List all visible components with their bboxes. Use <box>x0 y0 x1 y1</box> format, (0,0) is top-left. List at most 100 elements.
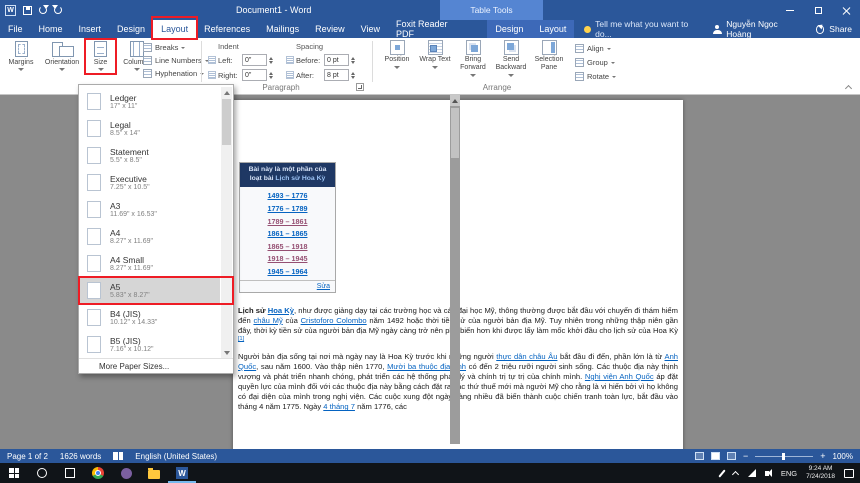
size-option-statement[interactable]: Statement 5.5" x 8.5" <box>79 142 220 169</box>
infobox-header-title[interactable]: Lịch sử Hoa Kỳ <box>275 175 325 182</box>
document-scrollbar[interactable] <box>450 95 460 444</box>
clock[interactable]: 9:24 AM 7/24/2018 <box>806 465 835 481</box>
period-link-visited[interactable]: 1789 – 1861 <box>268 217 308 226</box>
zoom-level[interactable]: 100% <box>833 452 853 461</box>
period-link-visited[interactable]: 1918 – 1945 <box>268 254 308 263</box>
orientation-button[interactable]: Orientation <box>42 40 82 71</box>
spacing-before-stepper[interactable] <box>351 56 355 64</box>
file-explorer-button[interactable] <box>140 463 168 483</box>
redo-icon[interactable] <box>54 6 62 14</box>
size-option-a5[interactable]: A5 5.83" x 8.27" <box>78 276 234 305</box>
scroll-up-button[interactable] <box>450 95 460 106</box>
zoom-slider[interactable] <box>755 452 814 460</box>
maximize-button[interactable] <box>804 0 832 20</box>
hyperlink[interactable]: Hoa Kỳ <box>268 306 294 315</box>
period-link-visited[interactable]: 1865 – 1918 <box>268 242 308 251</box>
footnote-link[interactable]: [1] <box>238 336 244 342</box>
language-indicator[interactable]: English (United States) <box>135 452 217 461</box>
selection-pane-button[interactable]: Selection Pane <box>530 40 568 77</box>
zoom-slider-thumb[interactable] <box>782 452 786 460</box>
zoom-out-button[interactable]: − <box>743 452 748 461</box>
page-indicator[interactable]: Page 1 of 2 <box>7 452 48 461</box>
read-mode-icon[interactable] <box>695 452 704 460</box>
zoom-in-button[interactable]: + <box>820 452 825 461</box>
tab-table-design[interactable]: Design <box>487 20 531 38</box>
tab-foxit-reader-pdf[interactable]: Foxit Reader PDF <box>388 19 473 39</box>
bring-forward-button[interactable]: Bring Forward <box>454 40 492 78</box>
tab-design[interactable]: Design <box>109 20 153 38</box>
print-layout-icon[interactable] <box>711 452 720 460</box>
size-option-a4-small[interactable]: A4 Small 8.27" x 11.69" <box>79 250 220 277</box>
start-button[interactable] <box>0 463 28 483</box>
group-button[interactable]: Group <box>575 58 616 67</box>
close-button[interactable] <box>832 0 860 20</box>
network-icon[interactable] <box>747 469 756 477</box>
tab-home[interactable]: Home <box>31 20 71 38</box>
scrollbar-thumb[interactable] <box>451 108 459 158</box>
size-option-a4[interactable]: A4 8.27" x 11.69" <box>79 223 220 250</box>
hyperlink[interactable]: châu Mỹ <box>253 316 282 325</box>
hyperlink[interactable]: Nghị viện Anh Quốc <box>585 372 654 381</box>
collapse-ribbon-icon[interactable] <box>845 85 852 90</box>
user-name[interactable]: Nguyễn Ngọc Hoàng <box>726 19 800 39</box>
position-button[interactable]: Position <box>378 40 416 77</box>
input-language[interactable]: ENG <box>781 469 797 478</box>
period-link[interactable]: 1493 – 1776 <box>268 191 308 200</box>
chrome-taskbar-button[interactable] <box>84 463 112 483</box>
tab-table-layout[interactable]: Layout <box>531 20 574 38</box>
tab-review[interactable]: Review <box>307 20 353 38</box>
word-taskbar-button[interactable] <box>168 463 196 483</box>
proofing-icon[interactable] <box>113 452 124 460</box>
task-view-button[interactable] <box>56 463 84 483</box>
minimize-button[interactable] <box>776 0 804 20</box>
scroll-up-button[interactable] <box>221 87 232 98</box>
line-numbers-button[interactable]: Line Numbers <box>143 56 209 65</box>
tab-insert[interactable]: Insert <box>71 20 110 38</box>
more-paper-sizes-item[interactable]: More Paper Sizes... <box>79 358 233 373</box>
indent-left-input[interactable]: 0" <box>242 54 267 66</box>
tab-mailings[interactable]: Mailings <box>258 20 307 38</box>
scroll-down-button[interactable] <box>221 347 232 358</box>
size-option-b5-jis[interactable]: B5 (JIS) 7.16" x 10.12" <box>79 331 220 358</box>
size-option-a3[interactable]: A3 11.69" x 16.53" <box>79 196 220 223</box>
breaks-button[interactable]: Breaks <box>143 43 209 52</box>
period-link[interactable]: 1776 – 1789 <box>268 204 308 213</box>
spacing-after-stepper[interactable] <box>351 71 355 79</box>
tab-view[interactable]: View <box>353 20 388 38</box>
hyperlink[interactable]: 4 tháng 7 <box>323 402 355 411</box>
hidden-icons-chevron[interactable] <box>732 471 739 476</box>
word-count[interactable]: 1626 words <box>60 452 101 461</box>
dropdown-scrollbar[interactable] <box>221 87 232 358</box>
hyphenation-button[interactable]: Hyphenation <box>143 69 209 78</box>
share-button[interactable]: Share <box>829 24 852 34</box>
pen-icon[interactable] <box>718 468 726 478</box>
tab-references[interactable]: References <box>196 20 258 38</box>
app-taskbar-button[interactable] <box>112 463 140 483</box>
undo-icon[interactable] <box>39 5 49 14</box>
spacing-before-input[interactable]: 0 pt <box>324 54 349 66</box>
hyperlink[interactable]: Cristoforo Colombo <box>301 316 367 325</box>
size-button[interactable]: Size <box>84 38 117 75</box>
scrollbar-thumb[interactable] <box>222 99 231 145</box>
size-option-executive[interactable]: Executive 7.25" x 10.5" <box>79 169 220 196</box>
tell-me-box[interactable]: Tell me what you want to do... <box>574 19 712 39</box>
send-backward-button[interactable]: Send Backward <box>492 40 530 78</box>
tab-layout[interactable]: Layout <box>151 16 199 40</box>
wrap-text-button[interactable]: Wrap Text <box>416 40 454 77</box>
spacing-after-input[interactable]: 8 pt <box>324 69 349 81</box>
indent-left-stepper[interactable] <box>269 56 273 64</box>
edit-link[interactable]: Sửa <box>317 283 330 290</box>
web-layout-icon[interactable] <box>727 452 736 460</box>
size-option-legal[interactable]: Legal 8.5" x 14" <box>79 115 220 142</box>
hyperlink[interactable]: thực dân châu Âu <box>496 352 557 361</box>
indent-right-stepper[interactable] <box>269 71 273 79</box>
period-link[interactable]: 1945 – 1964 <box>268 267 308 276</box>
align-button[interactable]: Align <box>575 44 616 53</box>
cortana-button[interactable] <box>28 463 56 483</box>
size-option-b4-jis[interactable]: B4 (JIS) 10.12" x 14.33" <box>79 304 220 331</box>
rotate-button[interactable]: Rotate <box>575 72 617 81</box>
volume-icon[interactable] <box>764 468 772 477</box>
action-center-icon[interactable] <box>844 468 854 478</box>
period-link[interactable]: 1861 – 1865 <box>268 229 308 238</box>
paragraph-dialog-launcher[interactable] <box>356 83 364 91</box>
